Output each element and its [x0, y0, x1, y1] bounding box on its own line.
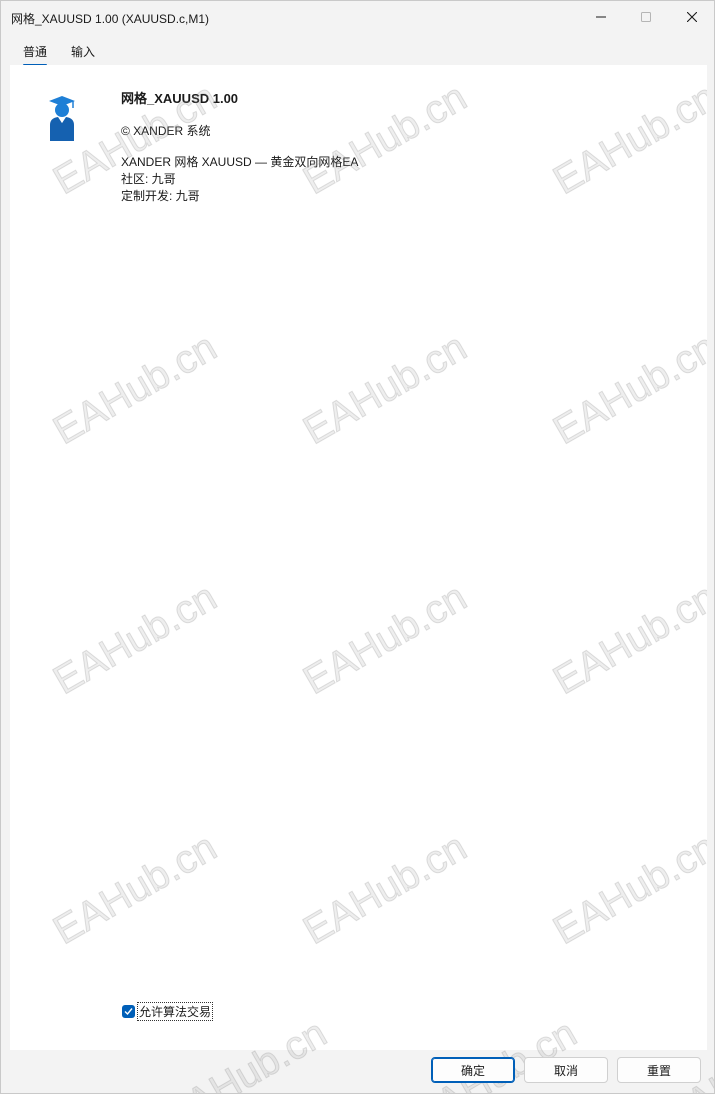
watermark: EAHub.cn — [546, 74, 707, 204]
minimize-button[interactable] — [578, 1, 624, 33]
tab-strip: 普通 输入 — [1, 39, 714, 66]
ea-description-line: XANDER 网格 XAUUSD — 黄金双向网格EA — [121, 155, 359, 169]
watermark: EAHub.cn — [46, 574, 225, 704]
close-button[interactable] — [669, 1, 714, 33]
maximize-icon — [641, 12, 651, 22]
watermark: EAHub.cn — [296, 74, 475, 204]
ea-community-line: 社区: 九哥 — [121, 172, 176, 186]
minimize-icon — [596, 16, 606, 18]
ea-name: 网格_XAUUSD 1.00 — [121, 91, 239, 106]
watermark: EAHub.cn — [296, 574, 475, 704]
ea-developer-line: 定制开发: 九哥 — [121, 189, 200, 203]
checkmark-icon — [124, 1008, 133, 1016]
watermark: EAHub.cn — [46, 824, 225, 954]
tab-general[interactable]: 普通 — [23, 43, 47, 60]
close-icon — [687, 12, 697, 22]
allow-algo-trading-checkbox[interactable] — [122, 1005, 135, 1018]
ea-copyright: © XANDER 系统 — [121, 124, 211, 138]
watermark: EAHub.cn — [296, 824, 475, 954]
ok-button[interactable]: 确定 — [431, 1057, 515, 1083]
watermark: EAHub.cn — [546, 324, 707, 454]
watermark: EAHub.cn — [546, 574, 707, 704]
maximize-button[interactable] — [623, 1, 669, 33]
watermark: EAHub.cn — [546, 824, 707, 954]
general-tab-panel: 网格_XAUUSD 1.00 © XANDER 系统 XANDER 网格 XAU… — [10, 65, 707, 1050]
cancel-button[interactable]: 取消 — [524, 1057, 608, 1083]
expert-advisor-icon — [49, 96, 75, 141]
watermark: EAHub.cn — [46, 324, 225, 454]
window-title: 网格_XAUUSD 1.00 (XAUUSD.c,M1) — [11, 12, 210, 26]
ea-properties-dialog: 网格_XAUUSD 1.00 (XAUUSD.c,M1) 普通 输入 网格_XA… — [0, 0, 715, 1094]
reset-button[interactable]: 重置 — [617, 1057, 701, 1083]
tab-inputs[interactable]: 输入 — [71, 43, 95, 60]
allow-algo-trading-label[interactable]: 允许算法交易 — [137, 1002, 214, 1021]
allow-algo-trading-option[interactable]: 允许算法交易 — [122, 1002, 214, 1021]
title-bar[interactable]: 网格_XAUUSD 1.00 (XAUUSD.c,M1) — [1, 1, 714, 33]
watermark: EAHub.cn — [296, 324, 475, 454]
